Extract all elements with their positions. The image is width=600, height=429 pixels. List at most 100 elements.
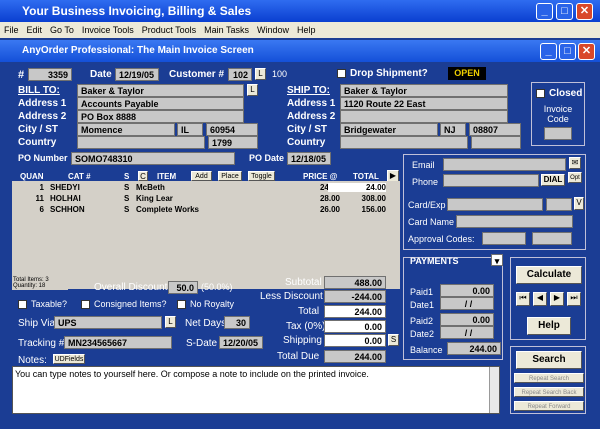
discount-field[interactable]: 50.0 <box>168 281 198 294</box>
next-record-button[interactable]: ▶ <box>550 292 564 306</box>
table-row[interactable]: 11 HOLHAI S King Lear 28.00 308.00 <box>12 194 400 205</box>
menu-help[interactable]: Help <box>293 25 320 35</box>
row-item[interactable]: King Lear <box>136 194 173 203</box>
paid1-field[interactable]: 0.00 <box>440 284 494 297</box>
row-item[interactable]: Complete Works <box>136 205 199 214</box>
add-button[interactable]: Add <box>191 171 212 181</box>
noroyalty-checkbox[interactable] <box>177 300 186 309</box>
bill-lookup-button[interactable]: L <box>247 84 258 96</box>
row-cat[interactable]: SCHHON <box>50 205 85 214</box>
menu-product-tools[interactable]: Product Tools <box>138 25 200 35</box>
menu-main-tasks[interactable]: Main Tasks <box>200 25 253 35</box>
closed-checkbox[interactable] <box>536 89 545 98</box>
menu-window[interactable]: Window <box>253 25 293 35</box>
row-s[interactable]: S <box>124 205 129 214</box>
invoice-number-field[interactable]: 3359 <box>28 68 72 81</box>
phone-field[interactable] <box>443 174 539 187</box>
calculate-button[interactable]: Calculate <box>516 266 582 284</box>
repeat-search-button[interactable]: Repeat Search <box>514 373 584 383</box>
date-field[interactable]: 12/19/05 <box>115 68 159 81</box>
po-date-field[interactable]: 12/18/05 <box>287 152 331 165</box>
customer-lookup-button[interactable]: L <box>255 68 266 80</box>
card-number-field[interactable] <box>447 198 543 211</box>
invoice-code-field[interactable] <box>544 127 572 140</box>
menu-invoice-tools[interactable]: Invoice Tools <box>78 25 138 35</box>
sdate-field[interactable]: 12/20/05 <box>219 336 263 349</box>
tax-field[interactable]: 0.00 <box>324 320 386 333</box>
bill-zip-ext-field[interactable]: 1799 <box>208 136 258 149</box>
help-button[interactable]: Help <box>527 317 571 335</box>
menu-file[interactable]: File <box>0 25 23 35</box>
ship-name-field[interactable]: Baker & Taylor <box>340 84 508 97</box>
opt-button[interactable]: Opt <box>568 172 582 183</box>
ship-country-field[interactable] <box>340 136 468 149</box>
card-name-field[interactable] <box>456 215 573 228</box>
card-exp-field[interactable] <box>546 198 572 211</box>
table-row[interactable]: 1 SHEDYI S McBeth 24.00 24.00 <box>12 183 400 194</box>
bill-addr2-field[interactable]: PO Box 8888 <box>77 110 244 123</box>
dropship-checkbox[interactable] <box>337 69 346 78</box>
shipping-field[interactable]: 0.00 <box>324 334 386 347</box>
udfields-button[interactable]: UDFields <box>53 354 85 364</box>
shipping-calc-button[interactable]: S <box>388 334 399 346</box>
po-number-field[interactable]: SOMO748310 <box>71 152 235 165</box>
notes-textarea[interactable]: You can type notes to yourself here. Or … <box>12 366 500 414</box>
maximize-button[interactable]: □ <box>556 3 573 20</box>
bill-zip-field[interactable]: 60954 <box>206 123 258 136</box>
row-s[interactable]: S <box>124 194 129 203</box>
approval-field-1[interactable] <box>482 232 526 245</box>
bill-country-field[interactable] <box>77 136 205 149</box>
row-quan[interactable]: 6 <box>12 205 44 214</box>
customer-field[interactable]: 102 <box>228 68 252 81</box>
consigned-checkbox[interactable] <box>81 300 90 309</box>
row-cat[interactable]: SHEDYI <box>50 183 80 192</box>
table-row[interactable]: 6 SCHHON S Complete Works 26.00 156.00 <box>12 205 400 216</box>
bill-state-field[interactable]: IL <box>177 123 203 136</box>
date1-field[interactable]: / / <box>440 297 494 310</box>
place-button[interactable]: Place <box>218 171 242 181</box>
email-icon[interactable]: ✉ <box>569 157 581 169</box>
toggle-button[interactable]: Toggle <box>248 171 275 181</box>
card-verify-button[interactable]: V <box>574 197 584 210</box>
search-button[interactable]: Search <box>516 351 582 369</box>
notes-scrollbar[interactable] <box>489 367 499 413</box>
menu-goto[interactable]: Go To <box>46 25 78 35</box>
bill-addr1-field[interactable]: Accounts Payable <box>77 97 244 110</box>
ship-via-lookup-button[interactable]: L <box>165 316 176 328</box>
ship-addr2-field[interactable] <box>340 110 508 123</box>
inner-close-button[interactable]: ✕ <box>578 43 595 60</box>
repeat-forward-button[interactable]: Repeat Forward <box>514 401 584 411</box>
ship-state-field[interactable]: NJ <box>440 123 466 136</box>
ship-city-field[interactable]: Bridgewater <box>340 123 438 136</box>
date2-field[interactable]: / / <box>440 326 494 339</box>
inner-minimize-button[interactable]: _ <box>540 43 557 60</box>
net-days-field[interactable]: 30 <box>224 316 250 329</box>
inner-maximize-button[interactable]: □ <box>559 43 576 60</box>
paid2-field[interactable]: 0.00 <box>440 313 494 326</box>
bill-city-field[interactable]: Momence <box>77 123 175 136</box>
row-cat[interactable]: HOLHAI <box>50 194 81 203</box>
payments-dropdown[interactable]: ▾ <box>491 254 503 266</box>
row-quan[interactable]: 11 <box>12 194 44 203</box>
dial-button[interactable]: DIAL <box>541 174 565 186</box>
close-button[interactable]: ✕ <box>576 3 593 20</box>
first-record-button[interactable]: ⏮ <box>516 292 530 306</box>
menu-edit[interactable]: Edit <box>23 25 47 35</box>
repeat-search-back-button[interactable]: Repeat Search Back <box>514 387 584 397</box>
row-item[interactable]: McBeth <box>136 183 165 192</box>
row-s[interactable]: S <box>124 183 129 192</box>
last-record-button[interactable]: ⏭ <box>567 292 581 306</box>
prev-record-button[interactable]: ◀ <box>533 292 547 306</box>
tracking-field[interactable]: MN234565667 <box>64 336 172 349</box>
approval-field-2[interactable] <box>532 232 572 245</box>
col-c-button[interactable]: C <box>138 171 148 181</box>
ship-via-field[interactable]: UPS <box>54 316 162 329</box>
ship-addr1-field[interactable]: 1120 Route 22 East <box>340 97 508 110</box>
ship-zip-ext-field[interactable] <box>471 136 521 149</box>
row-quan[interactable]: 1 <box>12 183 44 192</box>
ship-zip-field[interactable]: 08807 <box>469 123 521 136</box>
bill-name-field[interactable]: Baker & Taylor <box>77 84 244 97</box>
taxable-checkbox[interactable] <box>18 300 27 309</box>
minimize-button[interactable]: _ <box>536 3 553 20</box>
email-field[interactable] <box>443 158 566 171</box>
